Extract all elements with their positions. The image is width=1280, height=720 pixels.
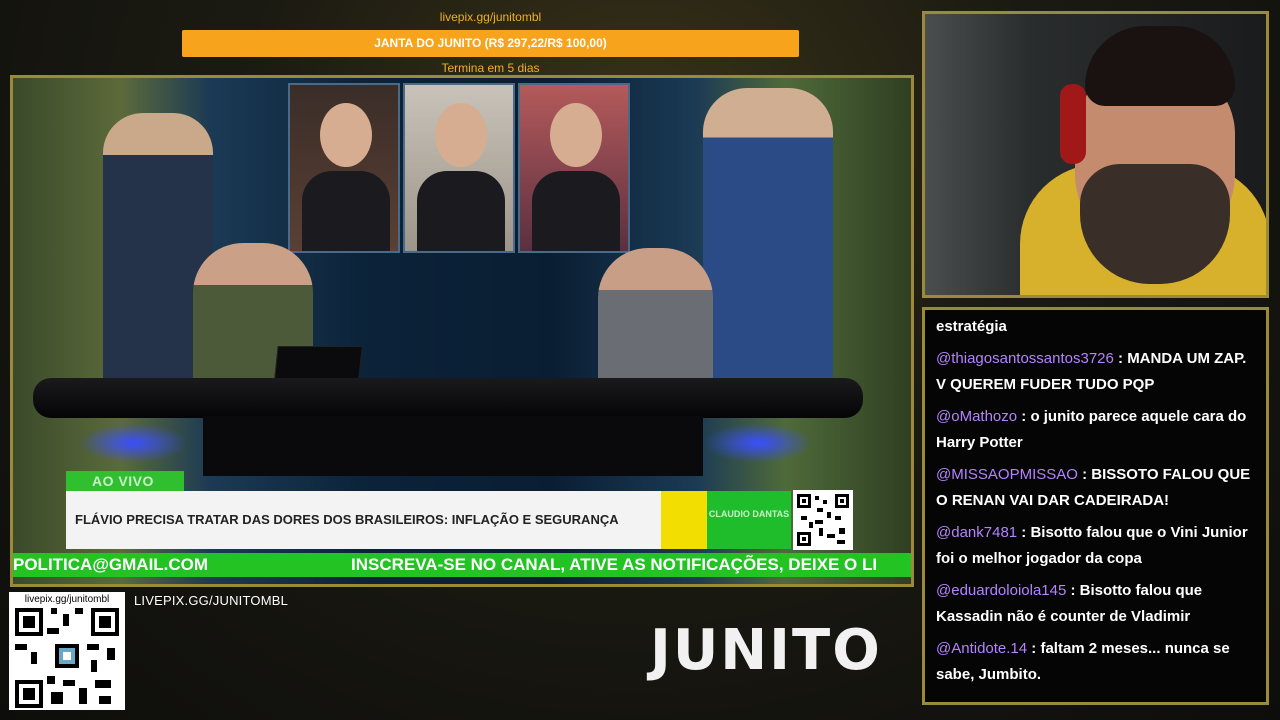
desk-light (78, 423, 188, 463)
chat-messages: estratégia @thiagosantossantos3726 : MAN… (936, 314, 1256, 694)
broadcast-video: AO VIVO FLÁVIO PRECISA TRATAR DAS DORES … (10, 75, 914, 587)
goal-url: livepix.gg/junitombl (439, 10, 542, 24)
chat-username[interactable]: @MISSAOPMISSAO (936, 466, 1078, 483)
desk-base (203, 416, 703, 476)
livepix-url: LIVEPIX.GG/JUNITOMBL (134, 593, 289, 608)
goal-label: JANTA DO JUNITO (R$ 297,22/R$ 100,00) (374, 36, 607, 50)
news-headline: FLÁVIO PRECISA TRATAR DAS DORES DOS BRAS… (66, 491, 661, 549)
ticker-email: POLITICA@GMAIL.COM (13, 555, 209, 574)
chat-message: @thiagosantossantos3726 : MANDA UM ZAP. … (936, 346, 1256, 398)
goal-ends-text: Termina em 5 dias (441, 61, 540, 75)
chat-username[interactable]: @thiagosantossantos3726 (936, 350, 1114, 367)
channel-logo: JUNITO (650, 618, 882, 683)
video-call-tile (518, 83, 630, 253)
chat-username[interactable]: @eduardoloiola145 (936, 582, 1066, 599)
live-badge: AO VIVO (66, 471, 184, 491)
livepix-qr[interactable]: livepix.gg/junitombl (9, 592, 125, 710)
chat-message: @oMathozo : o junito parece aquele cara … (936, 404, 1256, 456)
qr-code-icon (15, 608, 119, 708)
background-person-right (703, 88, 833, 418)
chat-panel[interactable]: estratégia @thiagosantossantos3726 : MAN… (922, 307, 1269, 705)
headline-accent (661, 491, 707, 549)
streamer-hair (1085, 26, 1235, 106)
video-call-tile (288, 83, 400, 253)
studio-desk (33, 378, 863, 418)
goal-progress-bar: JANTA DO JUNITO (R$ 297,22/R$ 100,00) (182, 30, 799, 57)
guest-person (598, 248, 713, 388)
chat-username[interactable]: @Antidote.14 (936, 640, 1027, 657)
news-ticker: POLITICA@GMAIL.COM INSCREVA-SE NO CANAL,… (13, 553, 911, 577)
chat-message: @eduardoloiola145 : Bisotto falou que Ka… (936, 578, 1256, 630)
channel-brand: CLAUDIO DANTAS (707, 491, 791, 549)
chat-message: @Antidote.14 : faltam 2 meses... nunca s… (936, 636, 1256, 688)
streamer-webcam (922, 11, 1269, 298)
headset-icon (1060, 84, 1086, 164)
desk-light (703, 423, 813, 463)
broadcast-qr-icon (793, 490, 853, 550)
chat-username[interactable]: @oMathozo (936, 408, 1017, 425)
chat-username[interactable]: @dank7481 (936, 524, 1017, 541)
video-call-tile (403, 83, 515, 253)
ticker-message: INSCREVA-SE NO CANAL, ATIVE AS NOTIFICAÇ… (351, 555, 878, 574)
chat-message: @MISSAOPMISSAO : BISSOTO FALOU QUE O REN… (936, 462, 1256, 514)
qr-label: livepix.gg/junitombl (24, 594, 110, 605)
chat-message: @dank7481 : Bisotto falou que o Vini Jun… (936, 520, 1256, 572)
chat-message-partial: estratégia (936, 318, 1007, 335)
